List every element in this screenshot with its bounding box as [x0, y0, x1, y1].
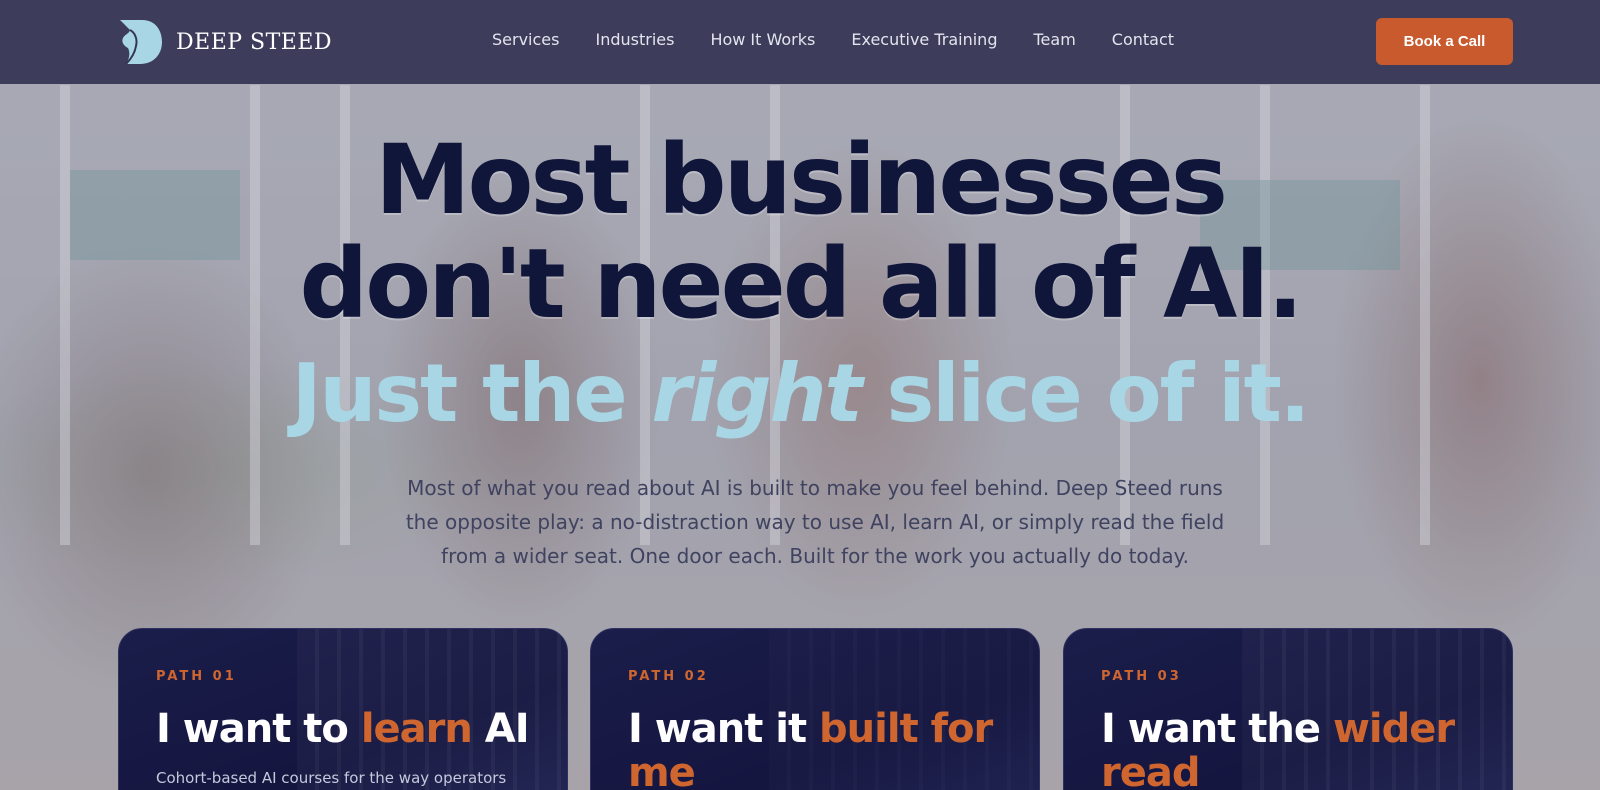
- card-description: Cohort-based AI courses for the way oper…: [156, 769, 507, 787]
- path-card-wider-read[interactable]: PATH 03 I want the wider read: [1063, 628, 1513, 790]
- nav-services[interactable]: Services: [492, 30, 559, 49]
- site-header: DEEP STEED Services Industries How It Wo…: [0, 0, 1600, 84]
- card-title-accent: learn: [360, 706, 473, 752]
- main-nav: Services Industries How It Works Executi…: [492, 30, 1210, 49]
- card-title-pre: I want the: [1101, 706, 1333, 752]
- path-card-learn[interactable]: PATH 01 I want to learn AI Cohort-based …: [118, 628, 568, 790]
- book-a-call-button[interactable]: Book a Call: [1376, 18, 1513, 65]
- card-title-pre: I want it: [628, 706, 820, 752]
- tagline-post: slice of it.: [860, 347, 1311, 440]
- nav-industries[interactable]: Industries: [595, 30, 674, 49]
- card-title-pre: I want to: [156, 706, 361, 752]
- horse-logo-icon: [120, 20, 162, 65]
- nav-executive-training[interactable]: Executive Training: [851, 30, 997, 49]
- card-kicker: PATH 03: [1101, 669, 1182, 684]
- hero-headline-line-1: Most businesses: [374, 124, 1228, 236]
- path-card-built[interactable]: PATH 02 I want it built for me: [590, 628, 1040, 790]
- card-title-post: AI: [471, 706, 530, 752]
- hero-subtitle: Most of what you read about AI is built …: [405, 476, 1225, 568]
- tagline-emphasis: right: [651, 347, 862, 440]
- card-kicker: PATH 01: [156, 669, 237, 684]
- nav-team[interactable]: Team: [1033, 30, 1075, 49]
- card-title: I want it built for me: [628, 707, 1018, 790]
- nav-contact[interactable]: Contact: [1112, 30, 1174, 49]
- card-kicker: PATH 02: [628, 669, 709, 684]
- brand-logo[interactable]: DEEP STEED: [116, 18, 332, 66]
- card-title: I want to learn AI: [156, 707, 546, 751]
- hero-tagline: Just the right slice of it.: [0, 354, 1600, 434]
- card-title: I want the wider read: [1101, 707, 1491, 790]
- nav-how-it-works[interactable]: How It Works: [710, 30, 815, 49]
- tagline-pre: Just the: [291, 347, 652, 440]
- hero-headline-line-2: don't need all of AI.: [299, 228, 1303, 340]
- brand-name: DEEP STEED: [176, 29, 333, 55]
